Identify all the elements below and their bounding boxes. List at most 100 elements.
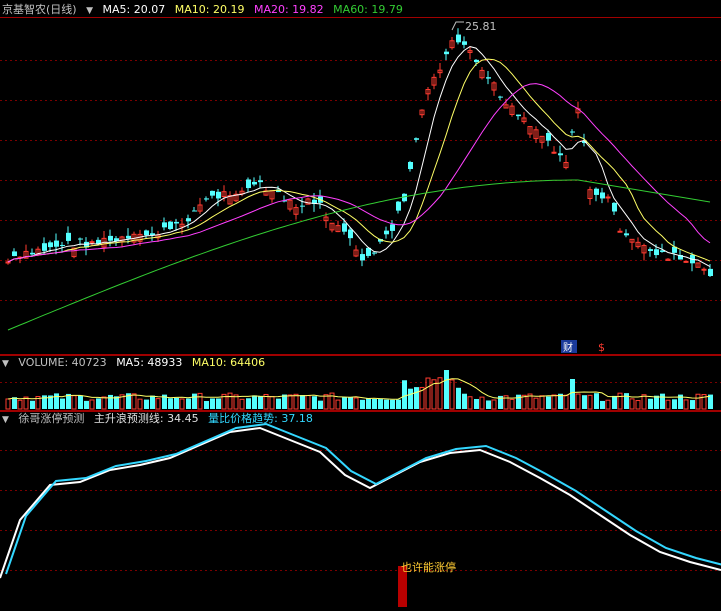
volume-bar — [78, 395, 83, 409]
volume-bar — [84, 400, 89, 409]
volume-bar — [312, 396, 317, 409]
candle-body — [546, 133, 551, 141]
candle-body — [348, 229, 353, 239]
volume-bar — [335, 399, 341, 410]
candle-body — [48, 242, 53, 248]
indicator-lines — [0, 422, 721, 579]
candle-body — [462, 41, 467, 45]
candle-body — [12, 251, 17, 257]
volume-bar — [396, 399, 401, 409]
volume-bar — [402, 380, 407, 409]
volume-bar — [30, 400, 35, 409]
indicator-line2: 量比价格趋势: 37.18 — [208, 412, 313, 425]
candle-body — [372, 252, 377, 254]
volume-bar — [384, 399, 389, 409]
candle-body — [516, 114, 521, 117]
volume-bar — [216, 398, 221, 409]
volume-bar — [563, 394, 569, 410]
volume-bar — [605, 399, 611, 410]
candle-body — [444, 51, 449, 55]
volume-value: VOLUME: 40723 — [18, 356, 107, 369]
volume-bar — [648, 398, 653, 409]
volume-bar — [594, 393, 599, 409]
volume-bar — [17, 399, 23, 410]
candle-body — [558, 153, 563, 156]
candle-body — [342, 223, 347, 232]
dropdown-triangle-icon[interactable]: ▼ — [86, 6, 93, 16]
ma5-value: MA5: 20.07 — [102, 3, 166, 16]
volume-bar — [612, 395, 617, 409]
stock-title: 京基智农(日线) — [2, 3, 77, 16]
candle-body — [60, 244, 65, 246]
volume-bar — [197, 392, 203, 410]
volume-bar — [137, 398, 143, 410]
volume-bar — [353, 397, 359, 410]
volume-ma10: MA10: 64406 — [191, 356, 266, 369]
candle-body — [708, 268, 713, 277]
volume-bar — [282, 394, 287, 409]
volume-ma-line — [7, 378, 711, 400]
candle-body — [204, 198, 209, 200]
candle-body — [408, 161, 413, 170]
candle-body — [300, 205, 305, 207]
candle-body — [594, 188, 599, 195]
volume-bar — [624, 393, 629, 409]
dropdown-triangle-icon[interactable]: ▼ — [2, 415, 9, 425]
ma60-value: MA60: 19.79 — [333, 3, 403, 16]
volume-bar — [144, 399, 149, 409]
candle-body — [174, 221, 179, 224]
volume-bar — [449, 379, 455, 410]
candle-body — [654, 249, 659, 256]
volume-bar — [509, 398, 515, 410]
volume-bar — [60, 398, 65, 409]
volume-bar — [672, 399, 677, 409]
volume-bar — [323, 394, 329, 410]
volume-bar — [276, 398, 281, 409]
volume-bars[interactable] — [5, 370, 713, 410]
volume-bar — [89, 399, 95, 410]
volume-bar — [539, 395, 545, 410]
price-legend: 京基智农(日线) ▼ MA5: 20.07 MA10: 20.19 MA20: … — [2, 2, 409, 18]
high-label: 25.81 — [465, 20, 497, 33]
volume-bar — [293, 393, 299, 410]
volume-bar — [71, 395, 77, 410]
candle-body — [570, 131, 575, 133]
candle-body — [624, 233, 629, 236]
candle-body — [390, 224, 395, 231]
candle-body — [551, 151, 557, 154]
volume-bar — [629, 398, 635, 410]
ma20-value: MA20: 19.82 — [253, 3, 324, 16]
ma20-line — [7, 83, 711, 263]
volume-ma5: MA5: 48933 — [116, 356, 183, 369]
stock-chart[interactable]: 也许能涨停 25.81 财 $ 京基智农(日线) ▼ MA5: 20.07 MA… — [0, 0, 721, 611]
marker-dollar: $ — [598, 341, 605, 354]
volume-bar — [12, 397, 17, 409]
volume-bar — [474, 399, 479, 409]
candlestick-series[interactable] — [5, 28, 713, 277]
dropdown-triangle-icon[interactable]: ▼ — [2, 359, 9, 369]
candle-body — [186, 218, 191, 222]
candle-body — [192, 210, 197, 212]
volume-bar — [258, 396, 263, 409]
volume-legend: ▼ VOLUME: 40723 MA5: 48933 MA10: 64406 — [2, 355, 271, 371]
volume-bar — [695, 393, 701, 410]
candle-body — [612, 202, 617, 212]
candle-body — [162, 222, 167, 228]
chart-canvas[interactable]: 也许能涨停 25.81 财 $ — [0, 0, 721, 611]
ma10-value: MA10: 20.19 — [174, 3, 245, 16]
volume-bar — [683, 399, 689, 410]
volume-bar — [227, 392, 233, 410]
candle-body — [600, 192, 605, 199]
volume-bar — [587, 394, 593, 410]
candle-body — [384, 230, 389, 235]
indicator-trend-line — [5, 422, 721, 575]
candle-body — [486, 77, 491, 79]
candle-body — [360, 254, 365, 261]
candle-body — [108, 235, 113, 241]
volume-bar — [246, 398, 251, 409]
volume-bar — [366, 398, 371, 409]
volume-bar — [108, 394, 113, 409]
candle-body — [414, 138, 419, 140]
volume-bar — [551, 394, 557, 410]
ma60-line — [7, 179, 711, 331]
